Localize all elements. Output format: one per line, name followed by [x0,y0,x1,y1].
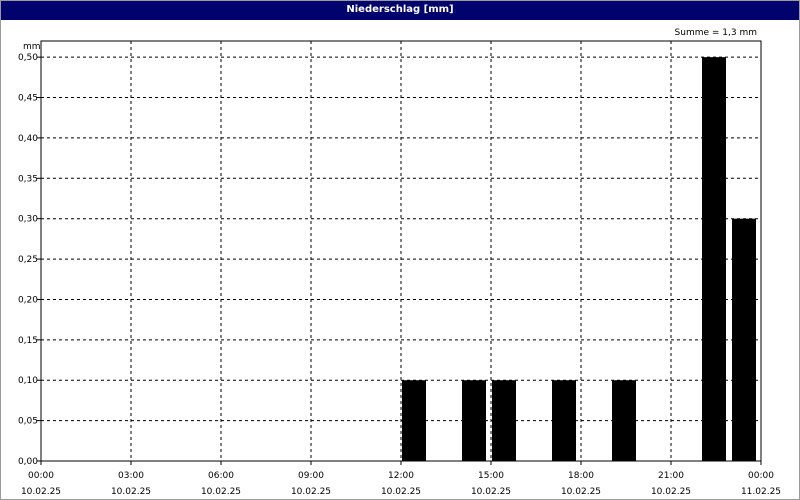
x-tick-date-label: 10.02.25 [291,487,331,497]
y-tick-label: 0,50 [18,53,38,63]
x-tick-date-label: 10.02.25 [381,487,421,497]
bar [492,380,516,461]
y-tick-label: 0,15 [18,336,38,346]
x-tick-date-label: 10.02.25 [561,487,601,497]
x-tick-time-label: 15:00 [478,471,504,481]
x-tick-date-label: 10.02.25 [21,487,61,497]
grid [41,41,761,461]
y-tick-label: 0,20 [18,295,38,305]
x-tick-time-label: 12:00 [388,471,414,481]
bar [702,57,726,462]
x-tick-date-label: 11.02.25 [741,487,781,497]
bar [612,380,636,461]
y-tick-label: 0,45 [18,94,38,104]
sum-annotation: Summe = 1,3 mm [675,28,757,38]
x-tick-time-label: 21:00 [658,471,684,481]
bar [402,380,426,461]
bar [462,380,486,461]
y-tick-label: 0,40 [18,134,38,144]
x-tick-date-label: 10.02.25 [111,487,151,497]
y-tick-label: 0,25 [18,255,38,265]
y-tick-label: 0,35 [18,174,38,184]
x-tick-time-label: 03:00 [118,471,144,481]
y-tick-label: 0,30 [18,215,38,225]
y-ticks: 0,00 0,05 0,10 0,15 0,20 0,25 0,30 0,35 0,40 0,45… [18,53,41,467]
x-tick-time-label: 06:00 [208,471,234,481]
x-tick-time-label: 00:00 [28,471,54,481]
x-tick-time-label: 09:00 [298,471,324,481]
y-tick-label: 0,10 [18,376,38,386]
x-tick-time-label: 00:00 [748,471,774,481]
bar [552,380,576,461]
y-tick-label: 0,00 [18,457,38,467]
x-tick-date-label: 10.02.25 [471,487,511,497]
precipitation-chart: mm Summe = 1,3 mm 0,000,050,100,150,200,… [18,28,781,497]
x-tick-date-label: 10.02.25 [201,487,241,497]
bar [732,218,756,461]
x-tick-date-label: 10.02.25 [651,487,691,497]
x-ticks: 00:00 10.02.25 03:00 10.02.25 06:00 10.02.25 0… [21,461,781,497]
chart-window: Niederschlag [mm] mm Summe = 1,3 mm 0,00… [0,0,800,500]
y-axis-label: mm [23,42,41,52]
x-tick-time-label: 18:00 [568,471,594,481]
y-tick-label: 0,05 [18,417,38,427]
